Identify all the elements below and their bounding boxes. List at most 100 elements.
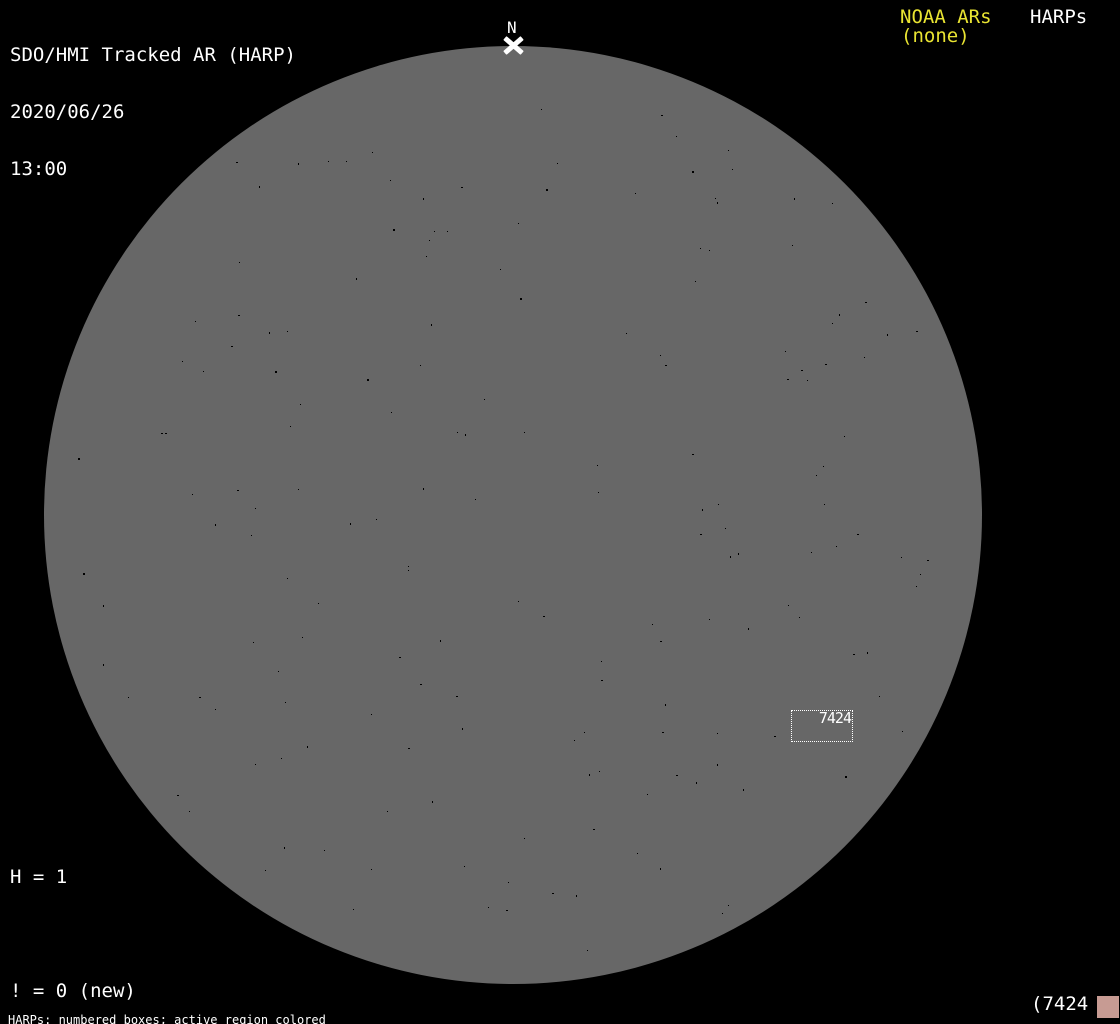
speckle-dot	[372, 152, 373, 153]
speckle-dot	[456, 696, 458, 697]
speckle-dot	[215, 709, 216, 710]
speckle-dot	[290, 426, 291, 427]
speckle-dot	[255, 764, 256, 765]
harp-region-box: 7424	[791, 710, 853, 742]
speckle-dot	[423, 198, 424, 200]
speckle-dot	[665, 365, 667, 366]
speckle-dot	[420, 365, 421, 366]
caption-harps: HARPs: numbered boxes; active region col…	[8, 1013, 326, 1024]
speckle-dot	[287, 578, 288, 579]
speckle-dot	[576, 895, 577, 897]
speckle-dot	[408, 748, 410, 749]
speckle-dot	[500, 269, 501, 270]
speckle-dot	[426, 256, 427, 257]
speckle-dot	[177, 795, 179, 796]
speckle-dot	[700, 534, 702, 535]
speckle-dot	[541, 109, 542, 110]
speckle-dot	[824, 504, 825, 505]
speckle-dot	[637, 853, 638, 854]
speckle-dot	[696, 782, 697, 784]
speckle-dot	[298, 489, 299, 490]
speckle-dot	[265, 870, 266, 871]
harps-column-label: HARPs	[1030, 6, 1088, 28]
speckle-dot	[371, 869, 372, 870]
speckle-dot	[801, 370, 803, 371]
speckle-dot	[853, 654, 855, 655]
speckle-dot	[718, 504, 719, 505]
speckle-dot	[488, 907, 489, 908]
speckle-dot	[432, 801, 433, 803]
speckle-dot	[83, 573, 85, 575]
speckle-dot	[203, 371, 204, 372]
speckle-dot	[520, 298, 522, 300]
speckle-dot	[709, 619, 710, 620]
north-pole-label: N	[507, 18, 517, 37]
speckle-dot	[728, 150, 729, 151]
speckle-dot	[546, 189, 548, 191]
speckle-dot	[465, 434, 466, 436]
speckle-dot	[635, 193, 636, 194]
speckle-dot	[524, 838, 525, 839]
speckle-dot	[253, 642, 254, 643]
speckle-dot	[462, 728, 463, 730]
speckle-dot	[346, 161, 347, 162]
speckle-dot	[794, 198, 795, 200]
legend-line	[10, 925, 227, 944]
noaa-ars-value: (none)	[901, 25, 970, 47]
speckle-dot	[393, 229, 395, 231]
speckle-dot	[702, 509, 703, 511]
speckle-dot	[434, 231, 435, 232]
speckle-dot	[557, 163, 558, 164]
speckle-dot	[376, 519, 377, 520]
speckle-dot	[587, 950, 588, 951]
speckle-dot	[584, 732, 585, 733]
speckle-dot	[506, 910, 508, 911]
speckle-dot	[823, 466, 824, 467]
speckle-dot	[429, 240, 430, 241]
speckle-dot	[231, 346, 233, 347]
speckle-dot	[599, 771, 600, 772]
speckle-dot	[408, 566, 409, 567]
title-block: SDO/HMI Tracked AR (HARP) 2020/06/26 13:…	[10, 8, 296, 217]
speckle-dot	[660, 641, 662, 642]
speckle-dot	[792, 245, 793, 246]
speckle-dot	[836, 546, 837, 547]
speckle-dot	[662, 732, 664, 733]
speckle-dot	[215, 524, 216, 526]
speckle-dot	[195, 321, 196, 322]
speckle-dot	[732, 169, 733, 170]
speckle-dot	[387, 811, 388, 812]
speckle-dot	[518, 601, 519, 602]
speckle-dot	[857, 534, 859, 535]
speckle-dot	[715, 198, 716, 199]
speckle-dot	[916, 331, 918, 332]
page-title: SDO/HMI Tracked AR (HARP)	[10, 44, 296, 66]
speckle-dot	[916, 586, 917, 587]
speckle-dot	[647, 794, 648, 795]
speckle-dot	[103, 605, 104, 607]
speckle-dot	[391, 412, 392, 413]
speckle-dot	[887, 334, 888, 336]
speckle-dot	[285, 702, 286, 703]
speckle-dot	[300, 404, 301, 405]
speckle-dot	[440, 640, 441, 642]
speckle-dot	[328, 161, 329, 162]
speckle-dot	[598, 492, 599, 493]
speckle-dot	[408, 570, 409, 571]
speckle-dot	[238, 315, 240, 316]
speckle-dot	[597, 465, 598, 466]
speckle-dot	[371, 714, 372, 715]
speckle-dot	[350, 523, 351, 525]
speckle-dot	[879, 696, 880, 697]
speckle-dot	[524, 432, 525, 433]
speckle-dot	[927, 560, 929, 561]
speckle-dot	[189, 811, 190, 812]
speckle-dot	[811, 552, 812, 553]
speckle-dot	[356, 278, 357, 280]
speckle-dot	[367, 379, 369, 381]
speckle-dot	[722, 913, 723, 914]
speckle-dot	[593, 829, 595, 830]
observation-date: 2020/06/26	[10, 101, 125, 123]
speckle-dot	[717, 764, 718, 766]
speckle-dot	[165, 433, 167, 434]
